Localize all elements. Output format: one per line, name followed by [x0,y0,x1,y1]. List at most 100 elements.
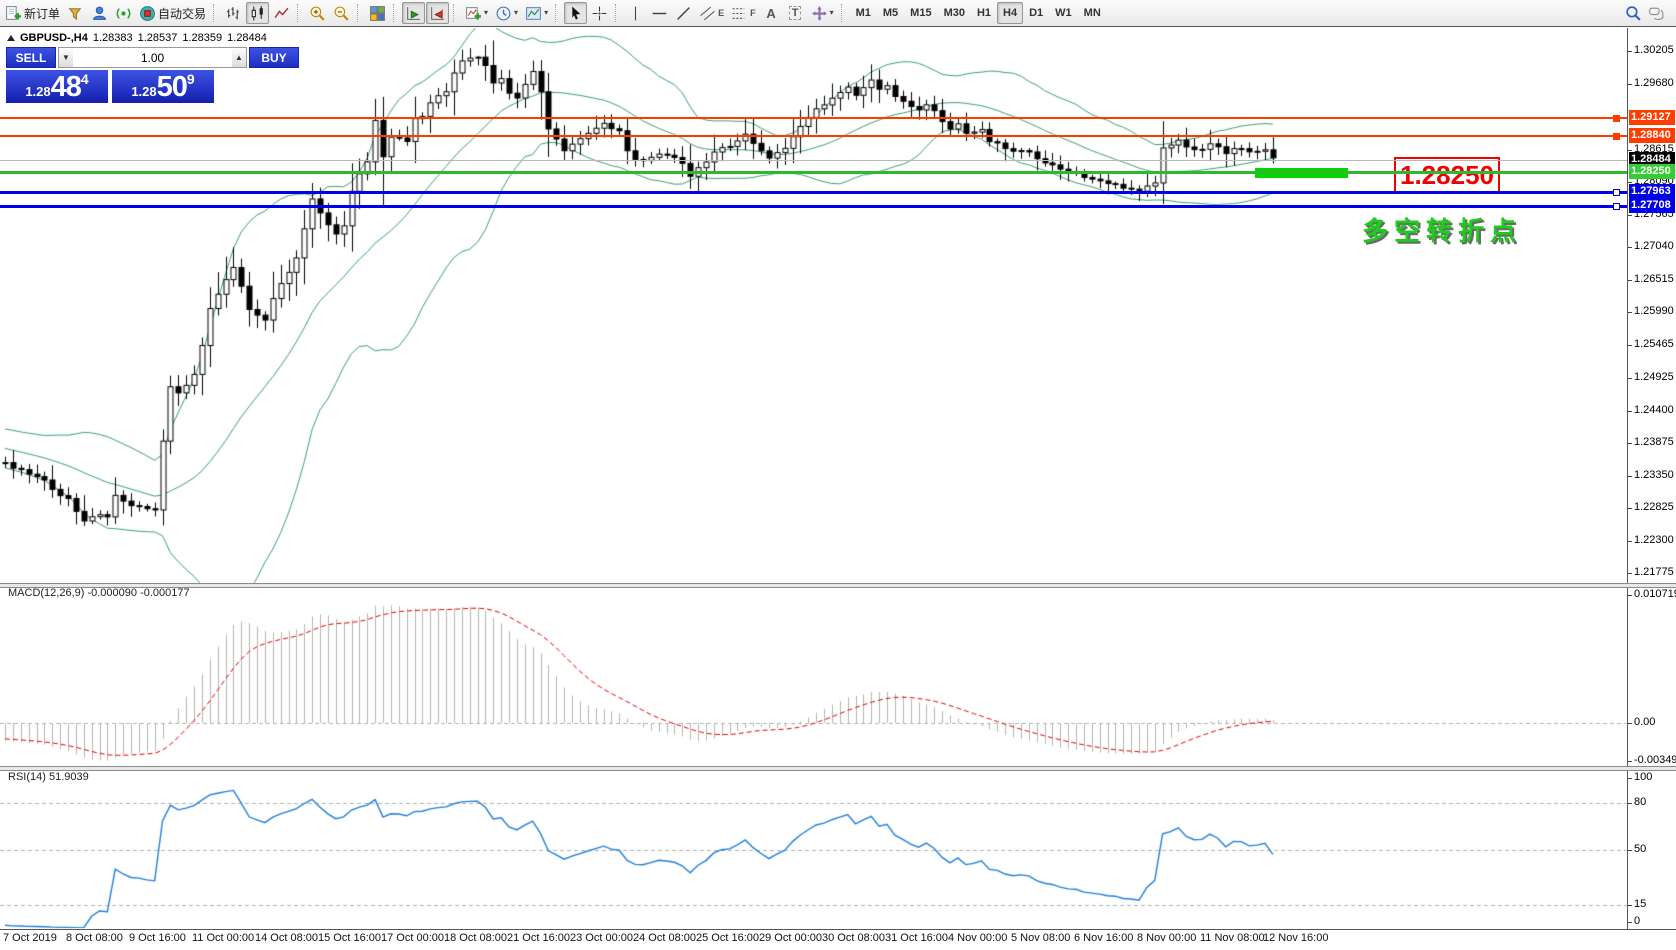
cursor-button[interactable] [564,2,588,24]
rsi-label: RSI(14) 51.9039 [8,771,89,783]
timeframe-m1[interactable]: M1 [850,2,877,24]
line-handle[interactable] [1613,203,1620,210]
arrows-icon [811,5,828,22]
auto-scroll-button[interactable] [402,2,426,24]
sell-button[interactable]: SELL [6,47,56,68]
new-order-button[interactable]: 新订单 [2,2,63,24]
text-button[interactable]: A [760,2,783,24]
chart-canvas[interactable] [0,28,1628,950]
horizontal-line-button[interactable] [648,2,671,24]
main-toolbar: 新订单 自动交易 ▾ ▾ ▾ E F A T ▾ M1 M5 M15 M30 H… [0,0,1676,27]
funnel-button[interactable] [64,2,87,24]
time-axis-label: 30 Oct 08:00 [822,932,885,944]
zoom-in-button[interactable] [306,2,329,24]
volume-increase-button[interactable]: ▲ [232,48,246,67]
tile-windows-icon [369,5,386,22]
timeframe-m15[interactable]: M15 [904,2,937,24]
line-handle[interactable] [1613,189,1620,196]
time-axis-label: 11 Oct 00:00 [192,932,255,944]
community-button[interactable] [88,2,111,24]
buy-price-small: 1.28 [131,84,157,99]
price-axis-tick: -0.003492 [1628,754,1676,766]
timeframe-h4[interactable]: H4 [997,2,1024,24]
timeframe-m30[interactable]: M30 [938,2,971,24]
trendline-button[interactable] [672,2,695,24]
line-chart-icon [273,5,290,22]
rsi-pane-splitter[interactable] [0,766,1676,771]
time-axis-label: 12 Nov 16:00 [1263,932,1329,944]
channel-button[interactable]: E [696,2,727,24]
turning-point-note[interactable]: 多空转折点 [1362,211,1522,248]
line-handle[interactable] [1613,115,1620,122]
bar-chart-button[interactable] [222,2,245,24]
timeframe-h1[interactable]: H1 [971,2,997,24]
text-label-button[interactable]: T [784,2,807,24]
chart-shift-button[interactable] [426,2,450,24]
auto-trading-button[interactable]: 自动交易 [136,2,209,24]
indicators-button[interactable]: ▾ [462,2,491,24]
level-line[interactable] [0,171,1627,174]
buy-price-display[interactable]: 1.28 50 9 [112,70,214,103]
toolbar-separator [555,4,560,22]
signal-icon [115,5,132,22]
price-axis-tick: 1.25990 [1628,305,1674,317]
time-axis-label: 15 Oct 16:00 [318,932,381,944]
toolbar-separator [453,4,458,22]
price-axis-tick: 1.24400 [1628,404,1674,416]
arrows-button[interactable]: ▾ [808,2,837,24]
new-order-label: 新订单 [24,6,61,21]
price-axis-tick: 80 [1627,796,1647,808]
candlestick-button[interactable] [246,2,270,24]
sell-price-small: 1.28 [25,84,51,99]
horizontal-line-icon [651,5,668,22]
signals-button[interactable] [112,2,135,24]
fibonacci-button[interactable]: F [728,2,759,24]
tile-windows-button[interactable] [366,2,389,24]
ohlc-high: 1.28537 [137,32,178,44]
line-handle[interactable] [1613,133,1620,140]
crosshair-button[interactable] [588,2,611,24]
macd-pane-splitter[interactable] [0,583,1676,588]
sell-price-display[interactable]: 1.28 48 4 [6,70,108,103]
volume-input[interactable] [73,48,232,67]
level-line[interactable] [0,135,1627,137]
price-tag: 1.28250 [1629,164,1675,179]
price-tag: 1.27963 [1629,184,1675,199]
buy-button[interactable]: BUY [249,47,299,68]
time-axis-label: 8 Nov 00:00 [1137,932,1197,944]
level-line[interactable] [0,205,1627,208]
periods-button[interactable]: ▾ [492,2,521,24]
collapse-icon[interactable] [7,35,15,41]
vertical-line-button[interactable] [624,2,647,24]
line-chart-button[interactable] [270,2,293,24]
indicators-icon [465,5,482,22]
time-axis-label: 21 Oct 16:00 [507,932,570,944]
timeframe-group: M1 M5 M15 M30 H1 H4 D1 W1 MN [850,2,1107,24]
time-axis-label: 9 Oct 16:00 [129,932,186,944]
price-axis-tick: 1.29680 [1628,77,1674,89]
templates-button[interactable]: ▾ [522,2,551,24]
level-line[interactable] [0,160,1627,161]
volume-decrease-button[interactable]: ▼ [59,48,73,67]
fibonacci-letter: F [750,8,756,18]
zoom-out-button[interactable] [330,2,353,24]
time-axis-label: 29 Oct 00:00 [759,932,822,944]
ohlc-open: 1.28383 [92,32,133,44]
toolbar-separator [840,4,846,22]
time-axis-label: 18 Oct 08:00 [444,932,507,944]
bar-chart-icon [225,5,242,22]
timeframe-m5[interactable]: M5 [877,2,904,24]
channel-icon [699,5,716,22]
mt4-terminal: 新订单 自动交易 ▾ ▾ ▾ E F A T ▾ M1 M5 M15 M30 H… [0,0,1676,950]
level-line[interactable] [0,191,1627,194]
level-line[interactable] [0,117,1627,119]
one-click-trade-panel: SELL ▼ ▲ BUY 1.28 48 4 1.28 50 9 [6,47,299,103]
time-axis-label: 25 Oct 16:00 [696,932,759,944]
timeframe-d1[interactable]: D1 [1023,2,1049,24]
timeframe-mn[interactable]: MN [1078,2,1107,24]
price-callout[interactable]: 1.28250 [1394,157,1500,194]
chat-button[interactable] [1645,2,1668,24]
timeframe-w1[interactable]: W1 [1049,2,1078,24]
search-button[interactable] [1622,2,1645,24]
time-axis-label: 14 Oct 08:00 [255,932,318,944]
